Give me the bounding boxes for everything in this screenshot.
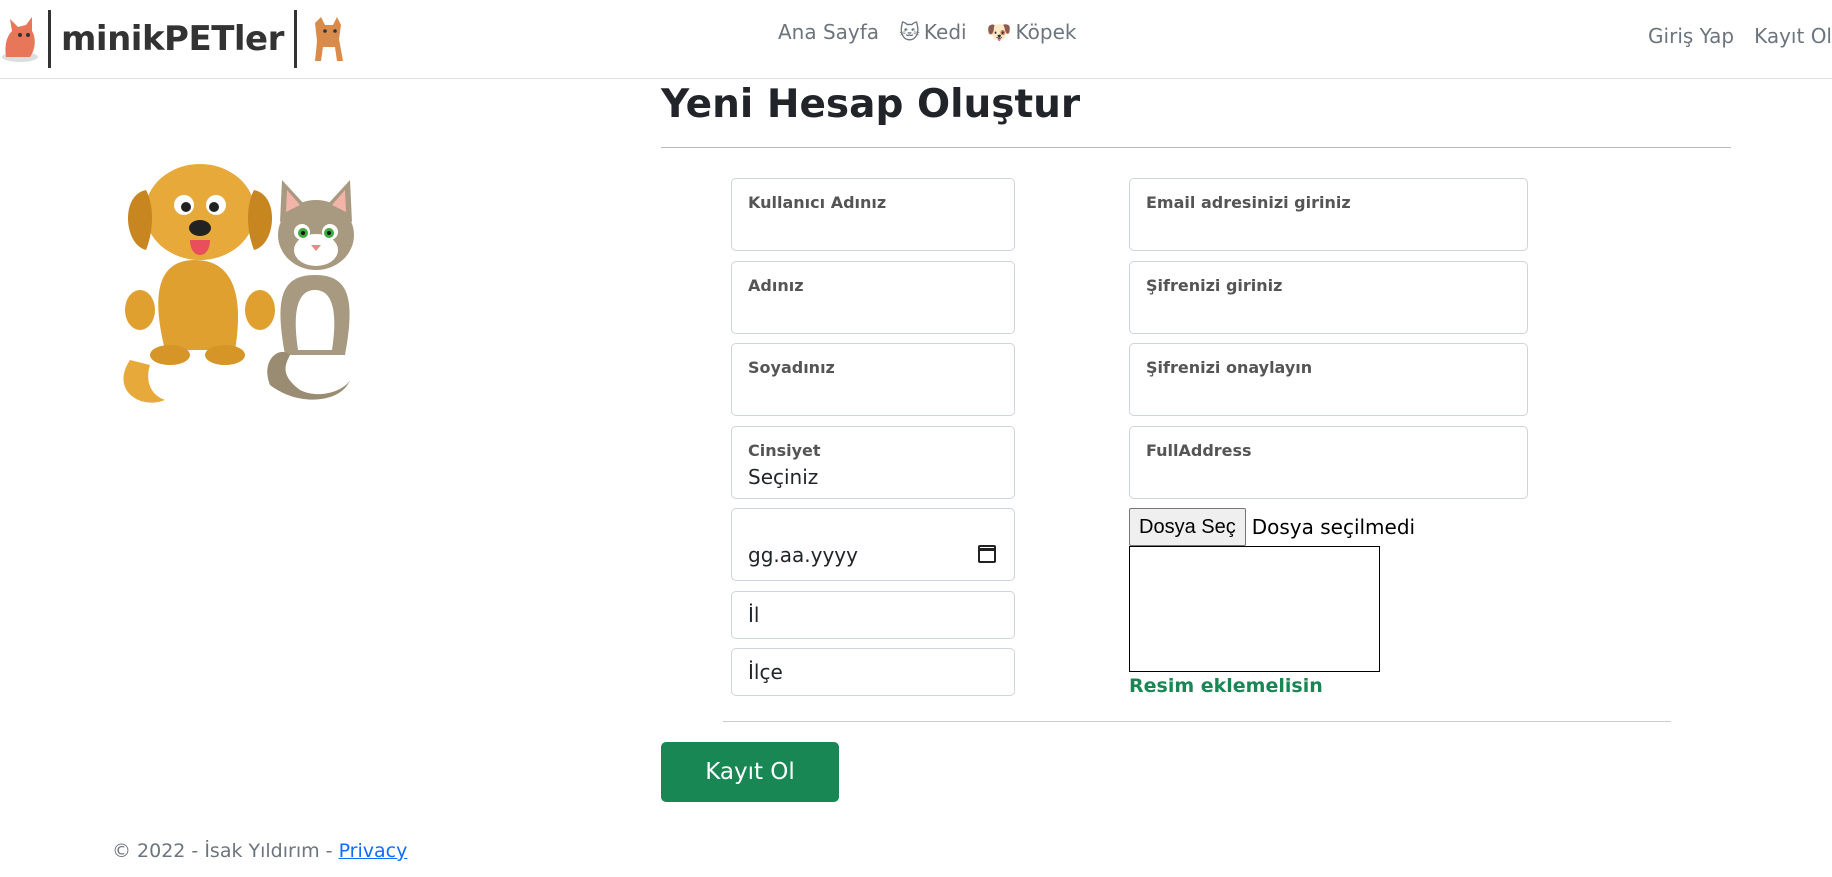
privacy-link[interactable]: Privacy bbox=[339, 840, 408, 862]
file-input[interactable]: Dosya Seç Dosya seçilmedi bbox=[1129, 508, 1415, 546]
dog-icon: 🐶 bbox=[986, 20, 1012, 44]
gender-value: Seçiniz bbox=[748, 465, 819, 489]
username-field[interactable]: Kullanıcı Adınız bbox=[731, 178, 1015, 251]
password-label: Şifrenizi giriniz bbox=[1146, 276, 1283, 295]
nav-home-link[interactable]: Ana Sayfa bbox=[778, 20, 879, 44]
gender-select[interactable]: Cinsiyet Seçiniz bbox=[731, 426, 1015, 499]
auth-nav: Giriş Yap Kayıt Ol bbox=[1648, 24, 1832, 48]
birthdate-input[interactable]: gg.aa.yyyy bbox=[731, 508, 1015, 581]
image-preview bbox=[1129, 546, 1380, 672]
brand-divider bbox=[293, 10, 297, 68]
gender-label: Cinsiyet bbox=[748, 441, 821, 460]
register-submit-button[interactable]: Kayıt Ol bbox=[661, 742, 839, 802]
register-link[interactable]: Kayıt Ol bbox=[1754, 24, 1832, 48]
form-divider bbox=[723, 721, 1671, 722]
address-label: FullAddress bbox=[1146, 441, 1252, 460]
password-confirm-label: Şifrenizi onaylayın bbox=[1146, 358, 1313, 377]
file-status: Dosya seçilmedi bbox=[1251, 515, 1416, 539]
brand-logo[interactable]: minikPETler bbox=[0, 8, 349, 70]
password-field[interactable]: Şifrenizi giriniz bbox=[1129, 261, 1528, 334]
district-input[interactable]: İlçe bbox=[731, 648, 1015, 696]
navbar: minikPETler Ana Sayfa 🐱 Kedi 🐶 Köpek Gir… bbox=[0, 0, 1832, 79]
cat-icon: 🐱 bbox=[899, 20, 920, 44]
name-field[interactable]: Adınız bbox=[731, 261, 1015, 334]
page-title: Yeni Hesap Oluştur bbox=[661, 82, 1081, 127]
birthdate-placeholder: gg.aa.yyyy bbox=[748, 543, 858, 567]
brand-divider bbox=[48, 10, 51, 68]
password-confirm-field[interactable]: Şifrenizi onaylayın bbox=[1129, 343, 1528, 416]
copyright-text: © 2022 - İsak Yıldırım - bbox=[112, 840, 339, 862]
dog-logo-icon bbox=[314, 17, 343, 61]
city-input[interactable]: İl bbox=[731, 591, 1015, 639]
main-nav: Ana Sayfa 🐱 Kedi 🐶 Köpek bbox=[778, 20, 1076, 44]
choose-file-button[interactable]: Dosya Seç bbox=[1129, 508, 1246, 546]
login-link[interactable]: Giriş Yap bbox=[1648, 24, 1734, 48]
calendar-icon[interactable] bbox=[978, 545, 996, 563]
district-placeholder: İlçe bbox=[748, 660, 783, 684]
username-label: Kullanıcı Adınız bbox=[748, 193, 887, 212]
cat-logo-icon bbox=[2, 17, 38, 62]
address-field[interactable]: FullAddress bbox=[1129, 426, 1528, 499]
image-validation-message: Resim eklemelisin bbox=[1129, 675, 1323, 697]
dog-and-cat-illustration bbox=[123, 164, 354, 403]
city-placeholder: İl bbox=[748, 603, 760, 627]
name-label: Adınız bbox=[748, 276, 804, 295]
surname-field[interactable]: Soyadınız bbox=[731, 343, 1015, 416]
email-label: Email adresinizi giriniz bbox=[1146, 193, 1351, 212]
title-divider bbox=[661, 147, 1731, 148]
nav-cat-label: Kedi bbox=[923, 20, 967, 44]
brand-name[interactable]: minikPETler bbox=[61, 19, 284, 59]
nav-dog-label: Köpek bbox=[1015, 20, 1077, 44]
surname-label: Soyadınız bbox=[748, 358, 835, 377]
footer: © 2022 - İsak Yıldırım - Privacy bbox=[112, 840, 407, 862]
nav-dog-link[interactable]: 🐶 Köpek bbox=[987, 20, 1077, 44]
email-field[interactable]: Email adresinizi giriniz bbox=[1129, 178, 1528, 251]
nav-cat-link[interactable]: 🐱 Kedi bbox=[899, 20, 967, 44]
